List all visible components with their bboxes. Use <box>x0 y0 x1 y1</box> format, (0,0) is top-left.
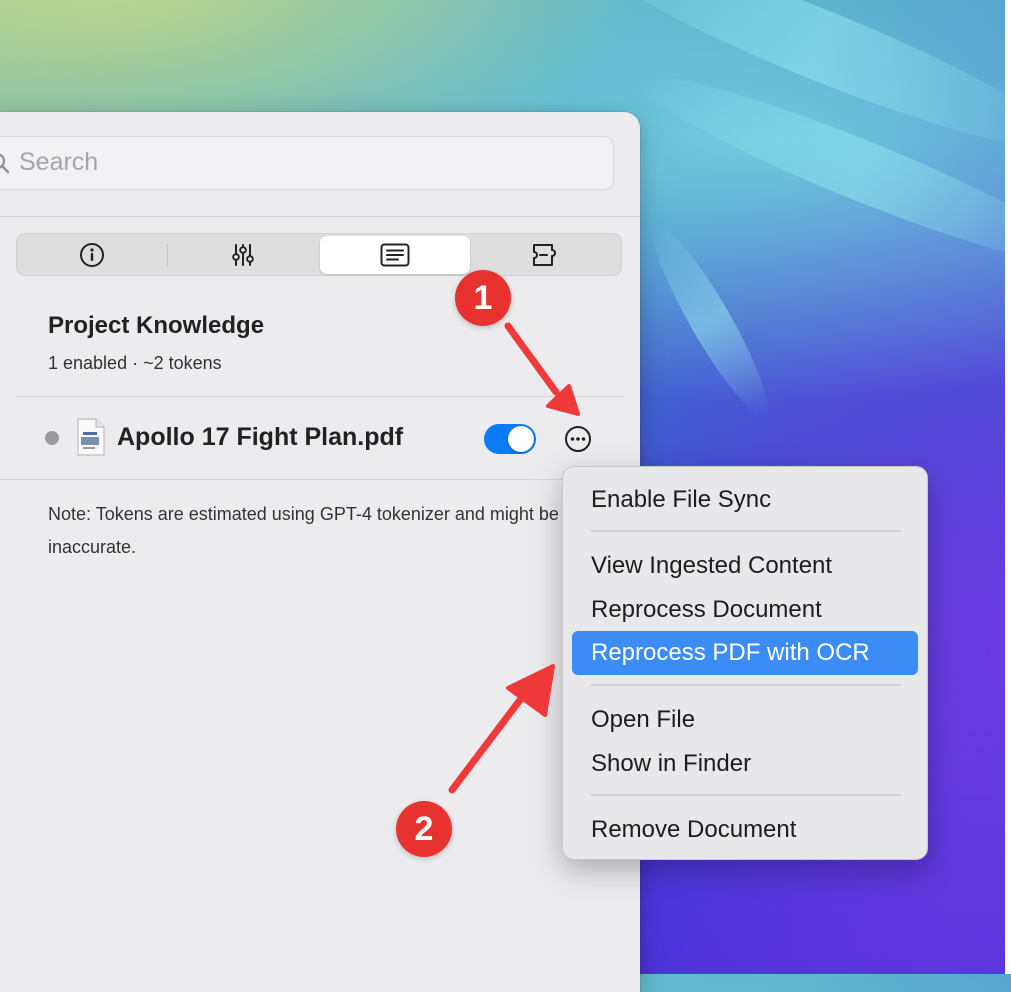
annotation-badge-2: 2 <box>396 801 452 857</box>
search-icon <box>0 153 10 174</box>
screen-edge <box>1005 0 1011 974</box>
document-row: Apollo 17 Fight Plan.pdf <box>0 397 640 479</box>
wallpaper-streak <box>637 214 783 426</box>
tab-bar <box>16 233 622 276</box>
menu-item-view-ingested-content[interactable]: View Ingested Content <box>572 544 918 588</box>
more-options-icon[interactable] <box>564 425 592 453</box>
pdf-file-icon <box>77 418 105 456</box>
toggle-knob <box>508 426 534 452</box>
search-input[interactable] <box>19 137 579 188</box>
menu-item-remove-document[interactable]: Remove Document <box>572 808 918 852</box>
tab-knowledge[interactable] <box>320 236 470 274</box>
plugin-icon <box>533 244 556 266</box>
token-note: Note: Tokens are estimated using GPT-4 t… <box>48 504 559 557</box>
document-name: Apollo 17 Fight Plan.pdf <box>117 423 404 451</box>
row-divider <box>0 479 640 480</box>
document-enabled-toggle[interactable] <box>484 424 536 454</box>
info-icon <box>80 243 104 267</box>
menu-separator <box>591 684 901 686</box>
menu-item-reprocess-pdf-ocr[interactable]: Reprocess PDF with OCR <box>572 631 918 675</box>
menu-item-open-file[interactable]: Open File <box>572 698 918 742</box>
section-title: Project Knowledge <box>48 312 265 339</box>
project-panel: Project Knowledge 1 enabled · ~2 tokens … <box>0 112 640 992</box>
tab-info[interactable] <box>17 236 167 274</box>
document-list-icon <box>380 243 410 267</box>
menu-item-reprocess-document[interactable]: Reprocess Document <box>572 588 918 632</box>
header-divider <box>0 216 640 217</box>
menu-item-show-in-finder[interactable]: Show in Finder <box>572 742 918 786</box>
search-field[interactable] <box>0 136 614 190</box>
annotation-badge-1: 1 <box>455 270 511 326</box>
menu-item-enable-file-sync[interactable]: Enable File Sync <box>572 478 918 522</box>
status-dot <box>45 431 59 445</box>
document-context-menu: Enable File Sync View Ingested Content R… <box>562 466 928 860</box>
section-subtitle: 1 enabled · ~2 tokens <box>48 353 222 373</box>
tab-settings[interactable] <box>168 236 318 274</box>
sliders-icon <box>232 244 254 266</box>
menu-separator <box>591 794 901 796</box>
menu-separator <box>591 530 901 532</box>
tab-plugins[interactable] <box>472 236 622 274</box>
